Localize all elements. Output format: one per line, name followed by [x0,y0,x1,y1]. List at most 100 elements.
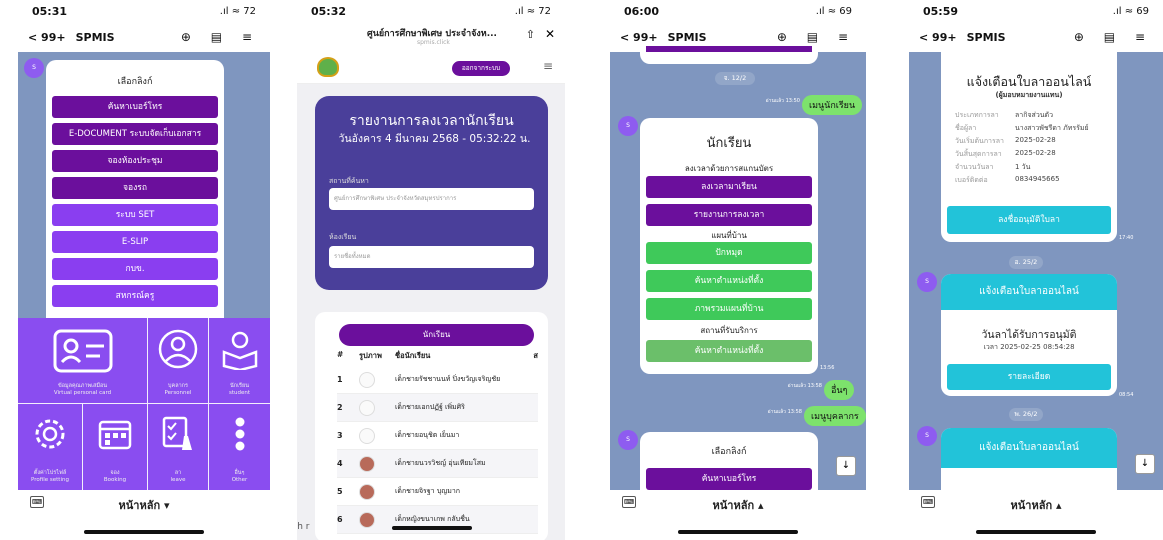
card-timestamp: 13:56 [820,365,835,371]
student-name: เด็กชายจิรฐา บุญมาก [395,487,461,495]
approved-text: วันลาได้รับการอนุมัติ [981,329,1077,341]
card-header: แจ้งเตือนใบลาออนไลน์ [941,428,1117,468]
phone-4-leave-notifications: 05:59 .ıl ≈ 69 < 99+ SPMIS ⊕ ▤ ≡ แจ้งเตื… [909,0,1163,540]
tile-label: ลา [174,470,182,476]
reader-icon [222,331,257,372]
header-icons[interactable]: ⊕ ▤ ≡ [1074,30,1153,44]
checklist-hand-icon [162,416,192,450]
site-header: ออกจากระบบ ≡ [297,52,565,84]
phone-1-line-chat: 05:31 .ıl ≈ 72 < 99+ SPMIS ⊕ ▤ ≡ S เลือก… [18,0,270,540]
room-select[interactable]: รายชื่อทั้งหมด [329,246,534,268]
tile-profile-setting[interactable]: ตั้งค่าโปรไฟล์ Profile setting [18,404,82,490]
col-photo: รูปภาพ [359,351,382,360]
link-button[interactable]: จองรถ [52,177,218,199]
link-button[interactable]: ระบบ SET [52,204,218,226]
map-overview-button[interactable]: ภาพรวมแผนที่บ้าน [646,298,812,320]
link-button[interactable]: จองห้องประชุม [52,150,218,172]
row-number: 6 [337,515,343,524]
bottom-bar: ⌨ หน้าหลัก ▴ [909,490,1163,540]
phone-search-button[interactable]: ค้นหาเบอร์โทร [646,468,812,490]
leave-detail-row: ประเภทการลา ลากิจส่วนตัว [955,110,1109,121]
school-select[interactable]: ศูนย์การศึกษาพิเศษ ประจำจังหวัดสมุทรปราก… [329,188,534,210]
tile-leave[interactable]: ลา leave [148,404,208,490]
tile-sub: student [228,390,251,396]
room-label: ห้องเรียน [329,233,357,241]
leave-detail-row: ชื่อผู้ลา นางสาวพัชรีดา ภัทรรัมย์ [955,123,1109,134]
chat-header: < 99+ SPMIS ⊕ ▤ ≡ [18,22,270,52]
school-logo [317,57,339,77]
report-card: รายงานการลงเวลานักเรียน วันอังคาร 4 มีนา… [315,96,548,290]
bot-avatar: S [917,426,937,446]
tile-other[interactable]: อื่นๆ Other [209,404,270,490]
school-select-value: ศูนย์การศึกษาพิเศษ ประจำจังหวัดสมุทรปราก… [334,195,457,202]
student-name: เด็กชายอนุชิต เย็นมา [395,431,460,439]
details-button[interactable]: รายละเอียด [947,364,1111,390]
home-menu-toggle[interactable]: หน้าหลัก ▴ [610,496,866,514]
back-button[interactable]: < 99+ [919,31,957,44]
back-button[interactable]: < 99+ [28,31,66,44]
chat-name: SPMIS [667,30,707,44]
header-icons[interactable]: ⊕ ▤ ≡ [181,30,260,44]
menu-icon[interactable]: ≡ [543,59,553,73]
row-number: 3 [337,431,343,440]
status-bar: 05:31 .ıl ≈ 72 [18,0,270,22]
link-button[interactable]: สหกรณ์ครู [52,285,218,307]
find-location-button[interactable]: ค้นหาตำแหน่งที่ตั้ง [646,270,812,292]
home-indicator [84,530,204,534]
card-title: เลือกลิงก์ [117,77,153,87]
table-row[interactable]: 3 เด็กชายอนุชิต เย็นมา [337,422,538,450]
link-button[interactable]: ค้นหาเบอร์โทร [52,96,218,118]
previous-card-button [646,46,812,52]
attendance-report-button[interactable]: รายงานการลงเวลา [646,204,812,226]
logout-button[interactable]: ออกจากระบบ [452,61,510,76]
tile-sub: Booking [103,477,127,483]
tab-students[interactable]: นักเรียน [339,324,534,346]
leave-detail-row: วันเริ่มต้นการลา 2025-02-28 [955,136,1109,147]
detail-key: ประเภทการลา [955,111,999,119]
table-row[interactable]: 5 เด็กชายจิรฐา บุญมาก [337,478,538,506]
table-row[interactable]: 1 เด็กชายรัชชานนท์ ปิ่งขวัญเจริญชัย [337,366,538,394]
tile-student[interactable]: นักเรียน student [209,318,270,403]
sent-message: อื่นๆ [824,380,855,400]
scroll-down-button[interactable]: ↓ [836,456,856,476]
clock: 06:00 [624,4,660,18]
status-bar: 06:00 .ıl ≈ 69 [610,0,866,22]
bot-avatar: S [24,58,44,78]
student-photo [359,455,375,472]
back-button[interactable]: < 99+ [620,31,658,44]
tile-sub: Personnel [164,390,192,396]
clock: 05:59 [923,4,959,18]
tile-booking[interactable]: จอง Booking [83,404,147,490]
page-body: รายงานการลงเวลานักเรียน วันอังคาร 4 มีนา… [297,84,565,540]
bot-avatar: S [618,430,638,450]
share-icon[interactable]: ⇧ [526,28,535,41]
home-menu-toggle[interactable]: หน้าหลัก ▾ [18,496,270,514]
tile-label: จอง [110,470,120,476]
link-button[interactable]: E-SLIP [52,231,218,253]
page-url: spmis.click [417,39,450,46]
link-button[interactable]: E-DOCUMENT ระบบจัดเก็บเอกสาร [52,123,218,145]
link-button[interactable]: กบข. [52,258,218,280]
bot-avatar: S [917,272,937,292]
student-name: เด็กชายนวรวิชญ์ อุ่นเทียมโสม [395,459,486,467]
home-menu-toggle[interactable]: หน้าหลัก ▴ [909,496,1163,514]
close-icon[interactable]: ✕ [545,27,555,41]
student-photo [359,511,375,528]
table-row[interactable]: 4 เด็กชายนวรวิชญ์ อุ่นเทียมโสม [337,450,538,478]
gear-icon [35,419,65,449]
card-timestamp: 08:54 [1119,392,1134,398]
rich-menu: ข้อมูลคุณภาพเสมือน Virtual personal card … [18,318,270,490]
pin-button[interactable]: ปักหมุด [646,242,812,264]
header-icons[interactable]: ⊕ ▤ ≡ [777,30,856,44]
approve-leave-button[interactable]: ลงชื่ออนุมัติใบลา [947,206,1111,234]
tile-personnel[interactable]: บุคลากร Personnel [148,318,208,403]
tile-sub: Virtual personal card [53,390,112,396]
msg-timestamp: อ่านแล้ว 13:50 [765,98,800,104]
card-title: นักเรียน [706,136,752,151]
msg-timestamp: อ่านแล้ว 13:58 [767,409,802,415]
table-row[interactable]: 2 เด็กชายเอกปฏัฐ์ เพิ่มศิริ [337,394,538,422]
scroll-down-button[interactable]: ↓ [1135,454,1155,474]
checkin-button[interactable]: ลงเวลามาเรียน [646,176,812,198]
tile-virtual-card[interactable]: ข้อมูลคุณภาพเสมือน Virtual personal card [18,318,147,403]
service-location-button[interactable]: ค้นหาตำแหน่งที่ตั้ง [646,340,812,362]
